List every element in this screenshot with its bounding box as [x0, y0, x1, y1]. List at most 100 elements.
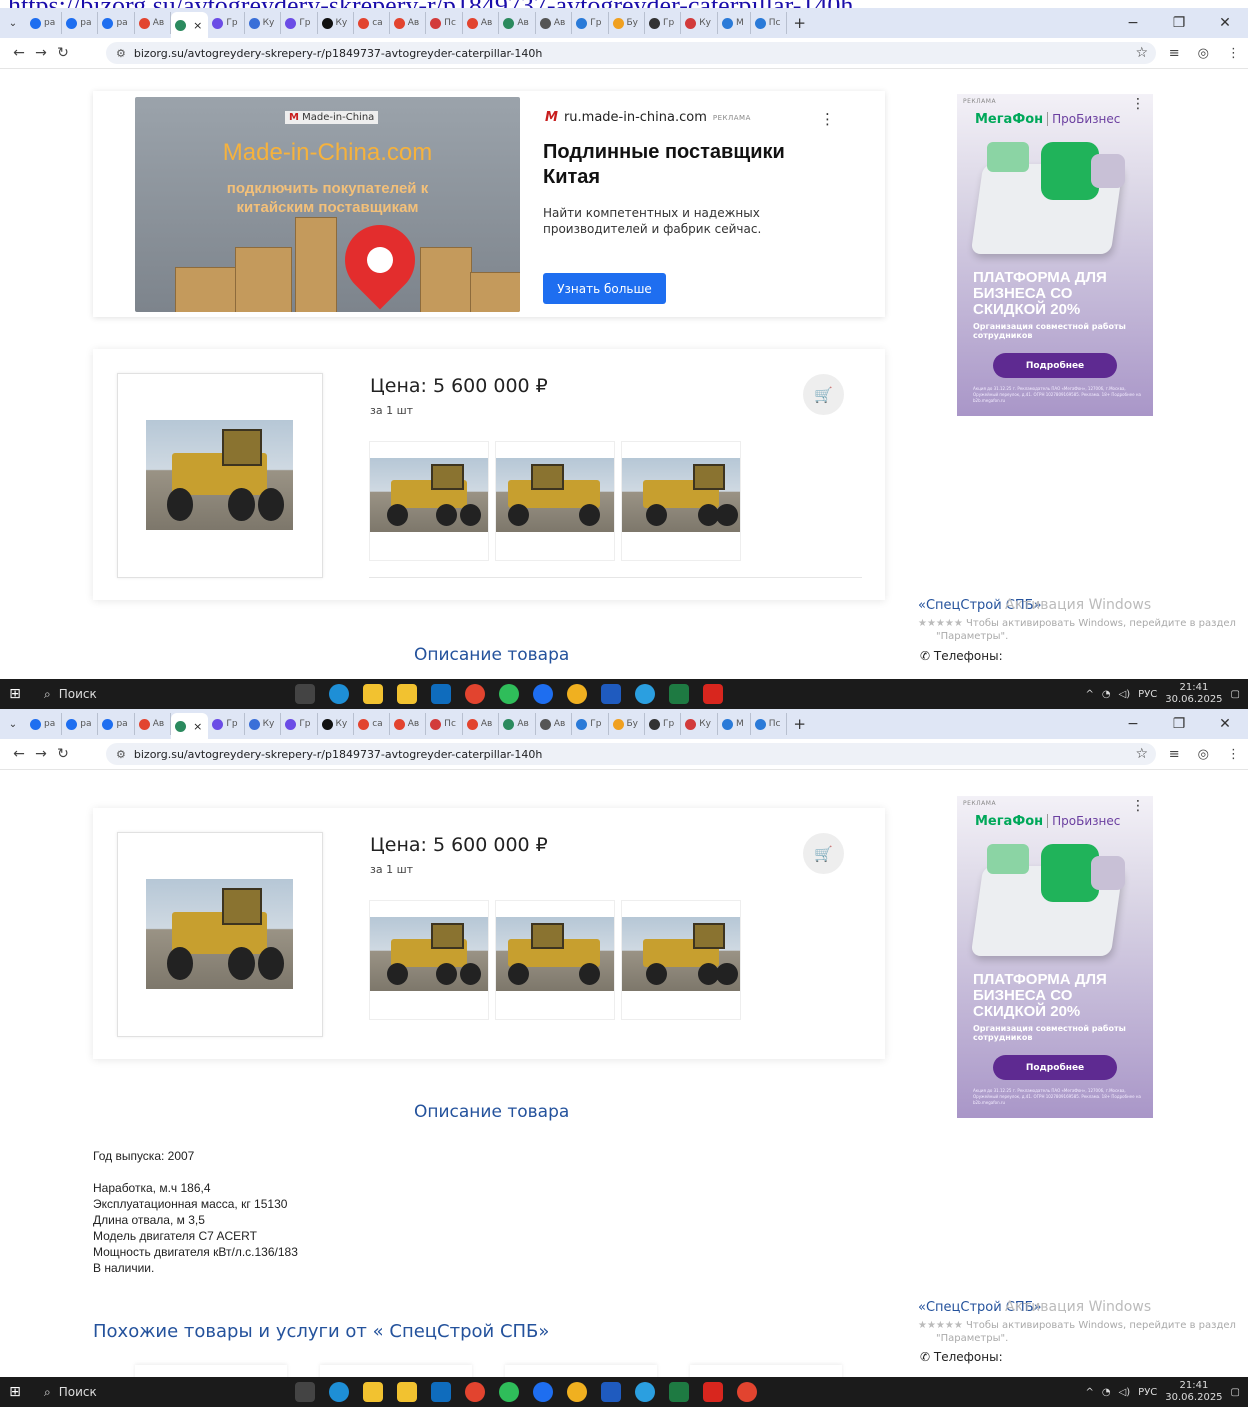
browser-tab[interactable]: Ку [318, 713, 355, 735]
browser-tab[interactable]: Гр [572, 12, 609, 34]
profile-icon[interactable]: ◎ [1198, 46, 1209, 61]
chrome-icon[interactable] [567, 684, 587, 704]
browser-tab[interactable]: M [718, 713, 751, 735]
language-indicator[interactable]: РУС [1138, 689, 1157, 700]
ad-menu-icon[interactable]: ⋮ [820, 110, 835, 128]
omnibox[interactable]: ⚙ bizorg.su/avtogreydery-skrepery-r/p184… [106, 743, 1156, 765]
close-window-icon[interactable]: ✕ [1202, 8, 1248, 38]
tray-chevron-icon[interactable]: ^ [1085, 689, 1093, 700]
browser-tab[interactable]: Гр [281, 713, 318, 735]
main-product-image[interactable] [117, 373, 323, 578]
megafon-ad[interactable]: РЕКЛАМА ⋮ МегаФон ПроБизнес ПЛАТФОРМА ДЛЯ… [957, 796, 1153, 1118]
clock[interactable]: 21:41 30.06.2025 [1165, 682, 1222, 706]
browser-tab[interactable]: Ав [463, 713, 500, 735]
store-icon[interactable] [397, 684, 417, 704]
bookmark-star-icon[interactable]: ☆ [1135, 45, 1148, 61]
browser-tab[interactable]: M [718, 12, 751, 34]
browser-tab[interactable]: pa [98, 713, 135, 735]
browser-tab[interactable]: Пс [426, 713, 463, 735]
yandex-browser-icon[interactable] [533, 1382, 553, 1402]
task-view-icon[interactable] [295, 1382, 315, 1402]
browser-tab[interactable]: Ку [318, 12, 355, 34]
browser-tab[interactable]: Ав [536, 12, 573, 34]
windows-start-icon[interactable]: ⊞ [0, 686, 30, 702]
browser-tab[interactable]: Бу [609, 713, 646, 735]
site-info-icon[interactable]: ⚙ [116, 47, 126, 60]
forward-icon[interactable]: → [30, 45, 52, 61]
clock[interactable]: 21:41 30.06.2025 [1165, 1380, 1222, 1404]
windows-start-icon[interactable]: ⊞ [0, 1384, 30, 1400]
ad-more-button[interactable]: Подробнее [993, 1055, 1117, 1080]
cart-icon[interactable]: 🛒 [803, 374, 844, 415]
browser-tab[interactable]: Пс [426, 12, 463, 34]
maximize-icon[interactable]: ❐ [1156, 709, 1202, 739]
browser-tab[interactable]: Гр [208, 713, 245, 735]
browser-tab[interactable]: pa [62, 12, 99, 34]
network-icon[interactable]: ◔ [1102, 689, 1111, 700]
back-icon[interactable]: ← [8, 746, 30, 762]
browser-tab[interactable]: Ав [390, 713, 427, 735]
browser-tab[interactable]: Ав [499, 12, 536, 34]
yandex-browser-icon[interactable] [533, 684, 553, 704]
word-icon[interactable] [601, 1382, 621, 1402]
browser-tab[interactable]: Ав [499, 713, 536, 735]
forward-icon[interactable]: → [30, 746, 52, 762]
outlook-icon[interactable] [431, 1382, 451, 1402]
thumbnail[interactable] [495, 900, 615, 1020]
tray-chevron-icon[interactable]: ^ [1085, 1387, 1093, 1398]
ad-domain[interactable]: Mru.made-in-china.com РЕКЛАМА [545, 110, 751, 125]
browser-tab[interactable]: Ав [536, 713, 573, 735]
telegram-icon[interactable] [635, 684, 655, 704]
browser-tab[interactable]: pa [62, 713, 99, 735]
ad-more-button[interactable]: Подробнее [993, 353, 1117, 378]
excel-icon[interactable] [669, 1382, 689, 1402]
excel-icon[interactable] [669, 684, 689, 704]
browser-tab[interactable]: Ав [390, 12, 427, 34]
explorer-icon[interactable] [363, 1382, 383, 1402]
thumbnail[interactable] [369, 900, 489, 1020]
reload-icon[interactable]: ↻ [52, 746, 74, 762]
explorer-icon[interactable] [363, 684, 383, 704]
browser-tab[interactable]: Бу [609, 12, 646, 34]
ad-headline[interactable]: Подлинные поставщики Китая [543, 140, 843, 190]
telegram-icon[interactable] [635, 1382, 655, 1402]
site-info-icon[interactable]: ⚙ [116, 748, 126, 761]
outlook-icon[interactable] [431, 684, 451, 704]
ad-menu-icon[interactable]: ⋮ [1131, 798, 1145, 814]
browser-tab[interactable]: Пс [751, 713, 788, 735]
whatsapp-icon[interactable] [499, 1382, 519, 1402]
thumbnail[interactable] [621, 900, 741, 1020]
volume-icon[interactable]: ◁) [1119, 1387, 1131, 1398]
reading-list-icon[interactable]: ≡ [1169, 46, 1180, 61]
bookmark-star-icon[interactable]: ☆ [1135, 746, 1148, 762]
url-text[interactable]: bizorg.su/avtogreydery-skrepery-r/p18497… [134, 748, 542, 761]
browser-tab[interactable]: Ав [135, 12, 172, 34]
taskbar-search[interactable]: ⌕ Поиск [30, 679, 240, 709]
task-view-icon[interactable] [295, 684, 315, 704]
yandex-app-icon[interactable] [737, 1382, 757, 1402]
back-icon[interactable]: ← [8, 45, 30, 61]
browser-tab[interactable]: Гр [645, 713, 682, 735]
thumbnail[interactable] [621, 441, 741, 561]
browser-tab[interactable]: ca [354, 713, 390, 735]
volume-icon[interactable]: ◁) [1119, 689, 1131, 700]
tab-search-dropdown-icon[interactable]: ⌄ [0, 18, 26, 29]
notifications-icon[interactable]: ▢ [1231, 1387, 1240, 1398]
browser-tab[interactable]: pa [26, 713, 63, 735]
browser-tab[interactable]: Гр [645, 12, 682, 34]
thumbnail[interactable] [495, 441, 615, 561]
yandex-icon[interactable] [465, 1382, 485, 1402]
tab-active[interactable]: × [171, 713, 209, 739]
acrobat-icon[interactable] [703, 684, 723, 704]
main-product-image[interactable] [117, 832, 323, 1037]
browser-tab[interactable]: Ав [463, 12, 500, 34]
reading-list-icon[interactable]: ≡ [1169, 747, 1180, 762]
browser-tab[interactable]: Пс [751, 12, 788, 34]
reload-icon[interactable]: ↻ [52, 45, 74, 61]
minimize-icon[interactable]: − [1110, 709, 1156, 739]
browser-tab[interactable]: Гр [572, 713, 609, 735]
browser-tab[interactable]: ca [354, 12, 390, 34]
whatsapp-icon[interactable] [499, 684, 519, 704]
yandex-icon[interactable] [465, 684, 485, 704]
store-icon[interactable] [397, 1382, 417, 1402]
